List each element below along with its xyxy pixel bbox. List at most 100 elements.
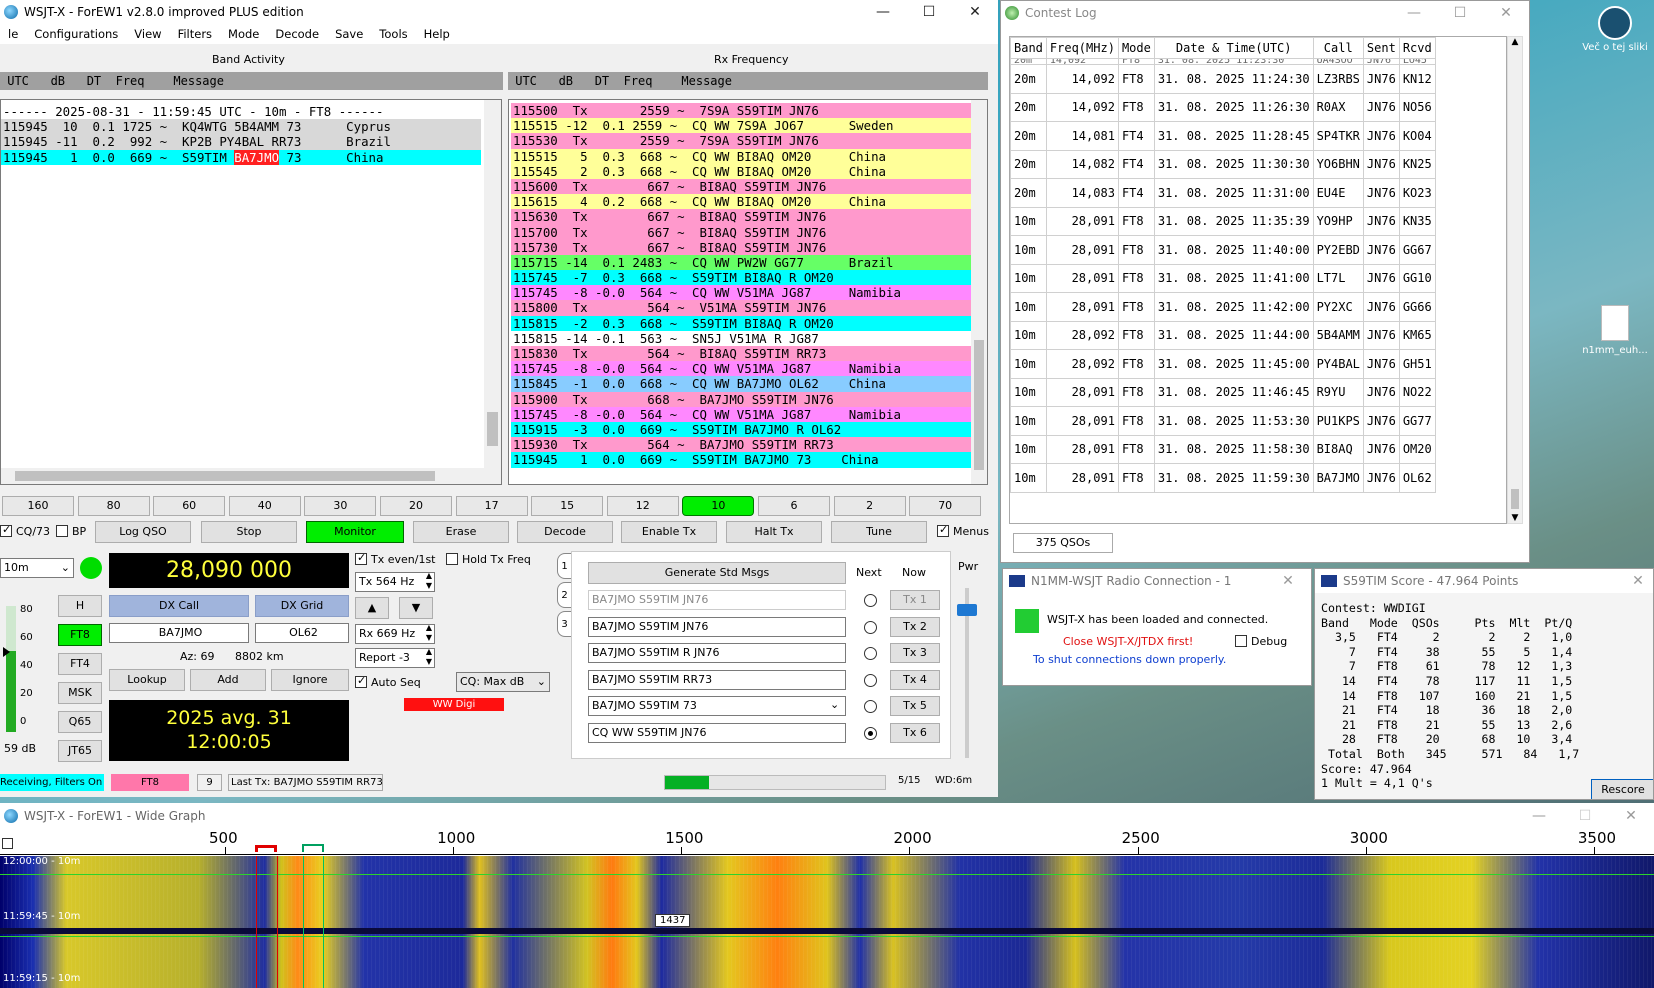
mode-button-h[interactable]: H (58, 595, 102, 617)
minimize-icon[interactable]: — (860, 4, 906, 20)
band-line[interactable]: 115945 -11 0.2 992 ~ KP2B PY4BAL RR73 Br… (1, 134, 481, 150)
hold-tx-checkbox[interactable]: Hold Tx Freq (446, 553, 531, 566)
freq-up-button[interactable]: ▲ (355, 597, 389, 619)
rx-line[interactable]: 115700 Tx 667 ~ BI8AQ S59TIM JN76 (511, 224, 971, 240)
mode-button-jt65[interactable]: JT65 (58, 740, 102, 762)
tx-next-radio-1[interactable] (864, 594, 877, 607)
rx-line[interactable]: 115800 Tx 564 ~ V51MA S59TIM JN76 (511, 300, 971, 316)
minimize-icon[interactable]: — (1516, 808, 1562, 824)
log-header-cell[interactable]: Rcvd (1398, 37, 1436, 59)
tx-next-radio-2[interactable] (864, 620, 877, 634)
band-hscrollbar[interactable] (1, 468, 486, 484)
close-icon[interactable]: ✕ (1623, 573, 1653, 589)
stop-button[interactable]: Stop (201, 521, 297, 543)
desktop-icon-info[interactable]: Več o tej sliki (1576, 4, 1654, 66)
log-header-cell[interactable]: Date & Time(UTC) (1153, 37, 1314, 59)
maximize-icon[interactable]: ☐ (906, 4, 952, 20)
menus-checkbox[interactable]: Menus (937, 523, 989, 538)
log-row[interactable]: 10m 28,091 FT8 31. 08. 2025 11:40:00 PY2EBD J… (1010, 235, 1436, 265)
message-tab-3[interactable]: 3 (557, 611, 571, 637)
tx-now-button-5[interactable]: Tx 5 (890, 696, 940, 717)
cq73-check[interactable] (0, 523, 12, 537)
rx-vscroll-thumb[interactable] (974, 340, 984, 470)
log-header-cell[interactable]: Freq(MHz) (1045, 37, 1119, 59)
auto-seq-checkbox[interactable]: Auto Seq (355, 674, 421, 689)
lookup-button[interactable]: Lookup (109, 669, 185, 691)
add-button[interactable]: Add (190, 669, 266, 691)
debug-check[interactable] (1235, 635, 1247, 647)
maximize-icon[interactable]: ☐ (1437, 5, 1483, 21)
tx-message-4[interactable]: BA7JMO S59TIM RR73 (588, 669, 846, 690)
rx-line[interactable]: 115515 5 0.3 668 ~ CQ WW BI8AQ OM20 Chin… (511, 148, 971, 164)
close-icon[interactable]: ✕ (1483, 5, 1529, 21)
halt-tx-button[interactable]: Halt Tx (726, 521, 822, 543)
menu-item-1[interactable]: Configurations (26, 27, 126, 41)
band-hscroll-thumb[interactable] (15, 471, 435, 481)
rx-line[interactable]: 115930 Tx 564 ~ BA7JMO S59TIM RR73 (511, 437, 971, 453)
log-row[interactable]: 20m 14,092 FT8 31. 08. 2025 11:26:30 R0AX JN7… (1010, 92, 1436, 122)
ignore-button[interactable]: Ignore (271, 669, 349, 691)
band-button-6[interactable]: 6 (758, 496, 830, 516)
band-button-30[interactable]: 30 (304, 496, 377, 516)
tx-message-2[interactable]: BA7JMO S59TIM JN76 (588, 616, 846, 637)
bp-check[interactable] (56, 525, 68, 537)
rx-line[interactable]: 115600 Tx 667 ~ BI8AQ S59TIM JN76 (511, 178, 971, 195)
bp-checkbox[interactable]: BP (56, 525, 86, 538)
power-slider-handle[interactable] (957, 604, 977, 616)
tx-now-button-6[interactable]: Tx 6 (890, 723, 940, 743)
rx-line[interactable]: 115915 -3 0.0 669 ~ S59TIM BA7JMO R OL62 (511, 421, 971, 438)
rx-line[interactable]: 115715 -14 0.1 2483 ~ CQ WW PW2W GG77 Br… (511, 254, 971, 271)
tx-even-check[interactable] (355, 551, 367, 565)
desktop-icon-file[interactable]: n1mm_euh... (1576, 305, 1654, 367)
tx-now-button-1[interactable]: Tx 1 (890, 590, 940, 610)
cq-max-select[interactable]: CQ: Max dB ⌄ (456, 672, 550, 692)
rx-line[interactable]: 115530 Tx 2559 ~ 7S9A S59TIM JN76 (511, 133, 971, 149)
menus-check[interactable] (937, 523, 949, 537)
contest-log-vscrollbar[interactable]: ▲ ▼ (1507, 36, 1523, 524)
menu-item-8[interactable]: Help (416, 27, 458, 41)
menu-item-4[interactable]: Mode (220, 27, 267, 41)
log-header-cell[interactable]: Sent (1362, 37, 1400, 59)
monitor-button[interactable]: Monitor (306, 521, 404, 543)
log-row[interactable]: 10m 28,091 FT8 31. 08. 2025 11:58:30 BI8AQ JN… (1010, 434, 1436, 464)
freq-down-button[interactable]: ▼ (399, 597, 433, 619)
rx-line[interactable]: 115815 -2 0.3 668 ~ S59TIM BI8AQ R OM20 (511, 315, 971, 331)
log-qso-button[interactable]: Log QSO (95, 521, 191, 543)
rx-line[interactable]: 115815 -14 -0.1 563 ~ SN5J V51MA R JG87 (511, 330, 971, 346)
frequency-scale[interactable]: 500 1000 1500 2000 2500 3000 3500 (0, 829, 1654, 855)
band-button-12[interactable]: 12 (606, 496, 679, 516)
band-button-17[interactable]: 17 (455, 496, 528, 516)
tx-next-radio-5[interactable] (864, 700, 877, 714)
decode-button[interactable]: Decode (517, 521, 613, 543)
log-row[interactable]: 10m 28,091 FT8 31. 08. 2025 11:35:39 YO9HP JN… (1010, 206, 1436, 236)
band-line[interactable]: 115945 1 0.0 669 ~ S59TIM BA7JMO 73 Chin… (1, 149, 481, 165)
rx-line[interactable]: 115745 -8 -0.0 564 ~ CQ WW V51MA JG87 Na… (511, 361, 971, 377)
rx-line[interactable]: 115730 Tx 667 ~ BI8AQ S59TIM JN76 (511, 239, 971, 255)
rx-frequency-pane[interactable]: 115500 Tx 2559 ~ 7S9A S59TIM JN76 115515 … (508, 99, 988, 485)
tx-now-button-2[interactable]: Tx 2 (890, 616, 940, 637)
log-row[interactable]: 10m 28,091 FT8 31. 08. 2025 11:46:45 R9YU JN7… (1010, 377, 1436, 407)
rx-line[interactable]: 115615 4 0.2 668 ~ CQ WW BI8AQ OM20 Chin… (511, 194, 971, 210)
menu-item-0[interactable]: le (0, 27, 26, 41)
band-activity-pane[interactable]: ------ 2025-08-31 - 11:59:45 UTC - 10m -… (0, 99, 502, 485)
dx-grid-input[interactable]: OL62 (255, 623, 349, 643)
band-vscroll-thumb[interactable] (487, 412, 498, 446)
scale-checkbox[interactable] (2, 838, 13, 849)
tx-freq-spinbox[interactable]: Tx 564 Hz ▲ ▼ (355, 572, 435, 592)
tx-next-radio-3[interactable] (864, 647, 877, 661)
band-button-20[interactable]: 20 (380, 496, 452, 516)
tx-next-radio-4[interactable] (864, 673, 877, 687)
log-row[interactable]: 20m 14,092 FT8 31. 08. 2025 11:24:30 LZ3RBS J… (1010, 64, 1436, 94)
chevron-down-icon[interactable]: ▼ (1508, 513, 1522, 523)
hold-tx-check[interactable] (446, 553, 458, 565)
band-select[interactable]: 10m ⌄ (0, 558, 74, 578)
waterfall[interactable]: 12:00:00 - 10m 11:59:45 - 10m 11:59:15 -… (0, 856, 1654, 988)
chevron-up-icon[interactable]: ▲ (1508, 37, 1522, 47)
mode-button-msk[interactable]: MSK (58, 682, 102, 704)
mode-button-ft4[interactable]: FT4 (58, 653, 102, 675)
message-tab-2[interactable]: 2 (557, 582, 571, 608)
menu-item-5[interactable]: Decode (267, 27, 327, 41)
cq73-checkbox[interactable]: CQ/73 (0, 523, 50, 538)
rx-line[interactable]: 115745 -8 -0.0 564 ~ CQ WW V51MA JG87 Na… (511, 285, 971, 301)
log-row[interactable]: 10m 28,092 FT8 31. 08. 2025 11:45:00 PY4BAL J… (1010, 349, 1436, 379)
